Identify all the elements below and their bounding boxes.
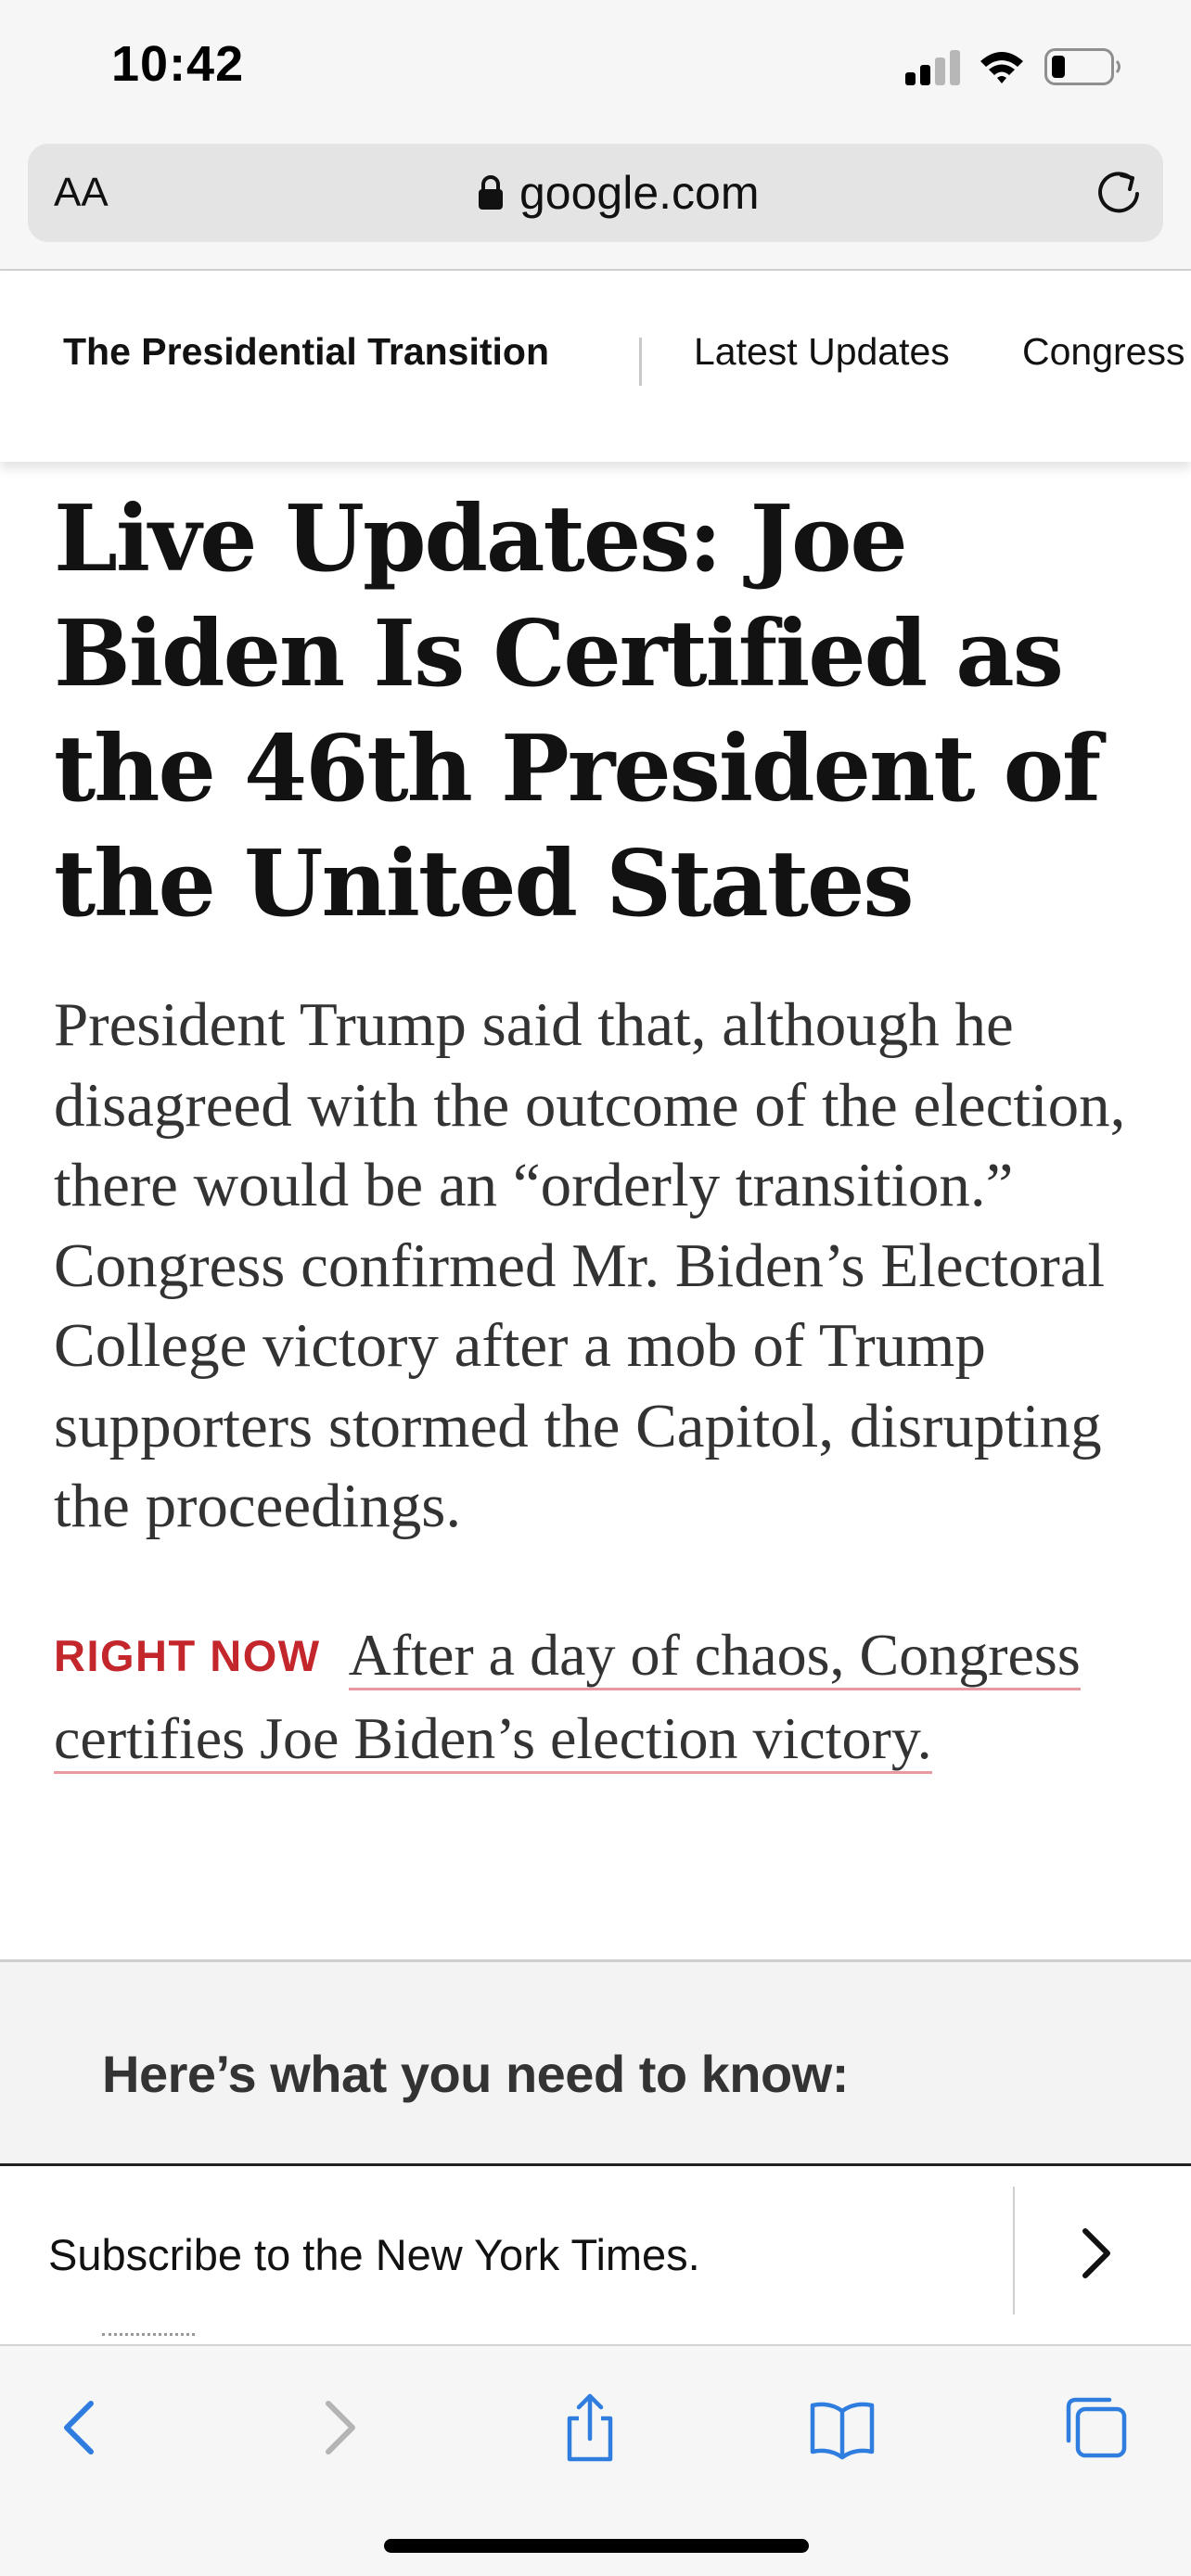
address-bar[interactable]: AA google.com bbox=[28, 144, 1163, 242]
need-to-know-section: Here’s what you need to know: bbox=[0, 1959, 1191, 2163]
article-summary: President Trump said that, although he d… bbox=[54, 990, 1126, 1540]
reload-icon[interactable] bbox=[1091, 164, 1146, 220]
article-headline: Live Updates: Joe Biden Is Certified as … bbox=[54, 486, 1101, 937]
nav-divider bbox=[639, 338, 642, 386]
nav-section-title[interactable]: The Presidential Transition bbox=[63, 330, 549, 374]
subscribe-text[interactable]: Subscribe to the New York Times. bbox=[48, 2229, 700, 2280]
lock-icon bbox=[479, 175, 503, 210]
url-text: google.com bbox=[519, 167, 760, 219]
bookmarks-icon[interactable] bbox=[805, 2391, 879, 2465]
chevron-right-icon[interactable] bbox=[1076, 2224, 1119, 2283]
battery-icon bbox=[1044, 48, 1121, 85]
nav-link-latest-updates[interactable]: Latest Updates bbox=[694, 330, 950, 374]
right-now-block: RIGHT NOW After a day of chaos, Congress … bbox=[54, 1613, 1158, 1779]
home-indicator bbox=[384, 2539, 809, 2553]
back-icon[interactable] bbox=[43, 2391, 117, 2465]
cellular-signal-icon bbox=[905, 48, 963, 85]
section-nav: The Presidential Transition Latest Updat… bbox=[0, 271, 1191, 462]
url-field[interactable]: google.com bbox=[477, 164, 760, 222]
need-to-know-heading: Here’s what you need to know: bbox=[102, 2045, 849, 2103]
tabs-icon[interactable] bbox=[1059, 2391, 1133, 2465]
aa-label: AA bbox=[54, 170, 109, 215]
nav-link-congress[interactable]: Congress bbox=[1022, 330, 1185, 374]
forward-icon[interactable] bbox=[302, 2391, 377, 2465]
share-icon[interactable] bbox=[553, 2391, 627, 2465]
subscribe-divider bbox=[1013, 2187, 1015, 2315]
wifi-icon bbox=[980, 52, 1023, 83]
status-bar: 10:42 bbox=[0, 0, 1191, 134]
subscribe-banner[interactable]: Subscribe to the New York Times. bbox=[0, 2163, 1191, 2344]
status-time: 10:42 bbox=[111, 36, 245, 92]
right-now-label: RIGHT NOW bbox=[54, 1631, 321, 1680]
partially-hidden-content bbox=[102, 2333, 195, 2339]
reader-settings-button[interactable]: AA bbox=[54, 170, 109, 216]
